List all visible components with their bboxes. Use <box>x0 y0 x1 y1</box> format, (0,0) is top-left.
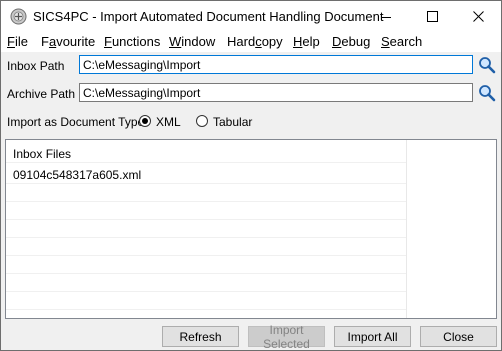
archive-path-label: Archive Path <box>7 87 76 101</box>
menu-bar: File Favourite Functions Window Hardcopy… <box>1 32 501 52</box>
refresh-button[interactable]: Refresh <box>162 326 239 347</box>
import-all-button[interactable]: Import All <box>334 326 411 347</box>
menu-search[interactable]: Search <box>381 34 422 49</box>
magnifier-icon <box>479 85 496 102</box>
row-gridline <box>6 201 406 202</box>
document-type-label: Import as Document Type <box>7 115 145 129</box>
close-window-button[interactable] <box>455 1 501 32</box>
row-gridline <box>6 219 406 220</box>
row-gridline <box>6 183 406 184</box>
menu-functions[interactable]: Functions <box>104 34 160 49</box>
list-column-header[interactable]: Inbox Files <box>13 147 71 161</box>
row-gridline <box>6 291 406 292</box>
inbox-path-input[interactable] <box>79 55 473 74</box>
row-gridline <box>6 273 406 274</box>
window-title: SICS4PC - Import Automated Document Hand… <box>33 9 384 24</box>
menu-debug[interactable]: Debug <box>332 34 370 49</box>
inbox-path-label: Inbox Path <box>7 59 65 73</box>
magnifier-icon <box>479 57 496 74</box>
maximize-icon <box>426 11 438 22</box>
menu-help[interactable]: Help <box>293 34 320 49</box>
app-icon <box>10 8 27 25</box>
radio-tabular-label[interactable]: Tabular <box>213 115 252 129</box>
import-window: SICS4PC - Import Automated Document Hand… <box>0 0 502 351</box>
radio-selected-dot <box>142 118 148 124</box>
close-icon <box>472 11 484 22</box>
inbox-browse-button[interactable] <box>477 55 497 75</box>
menu-window[interactable]: Window <box>169 34 215 49</box>
radio-xml[interactable] <box>139 115 151 127</box>
menu-hardcopy[interactable]: Hardcopy <box>227 34 283 49</box>
radio-tabular[interactable] <box>196 115 208 127</box>
menu-file[interactable]: File <box>7 34 28 49</box>
minimize-icon <box>381 16 391 18</box>
radio-xml-label[interactable]: XML <box>156 115 181 129</box>
row-gridline <box>6 237 406 238</box>
header-separator <box>6 162 406 163</box>
column-divider <box>406 140 407 318</box>
list-item[interactable]: 09104c548317a605.xml <box>13 168 141 182</box>
close-button[interactable]: Close <box>420 326 497 347</box>
row-gridline <box>6 255 406 256</box>
inbox-files-list[interactable]: Inbox Files 09104c548317a605.xml <box>5 139 497 319</box>
archive-browse-button[interactable] <box>477 83 497 103</box>
import-selected-button[interactable]: Import Selected <box>248 323 325 351</box>
maximize-button[interactable] <box>409 1 455 32</box>
minimize-button[interactable] <box>363 1 409 32</box>
row-gridline <box>6 309 406 310</box>
title-bar[interactable]: SICS4PC - Import Automated Document Hand… <box>1 1 501 32</box>
archive-path-input[interactable] <box>79 83 473 102</box>
menu-favourite[interactable]: Favourite <box>41 34 95 49</box>
